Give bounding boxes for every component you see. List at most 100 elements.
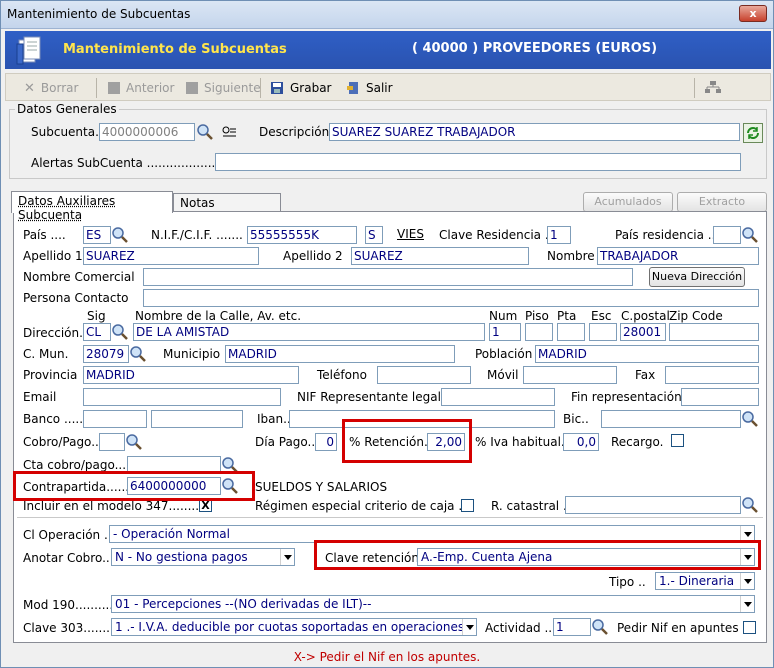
province-input[interactable]: MADRID bbox=[83, 366, 299, 384]
name-input[interactable]: TRABAJADOR bbox=[597, 247, 759, 265]
zip-code-input[interactable] bbox=[669, 323, 759, 341]
search-icon[interactable] bbox=[741, 496, 759, 514]
iban-label: Iban.. bbox=[257, 412, 291, 426]
trade-name-input[interactable] bbox=[143, 268, 633, 286]
municipality-code-input[interactable]: 28079 bbox=[83, 345, 129, 363]
mobile-input[interactable] bbox=[523, 366, 617, 384]
chevron-down-icon bbox=[740, 573, 754, 589]
chevron-down-icon bbox=[740, 596, 754, 612]
vies-link[interactable]: VIES bbox=[397, 227, 424, 241]
nif-type-input[interactable]: S bbox=[365, 226, 383, 244]
cash-regime-checkbox[interactable] bbox=[461, 499, 474, 512]
tab-auxiliary-data[interactable]: Datos Auxiliares Subcuenta bbox=[11, 191, 173, 222]
account-group: ( 40000 ) PROVEEDORES (EUROS) bbox=[412, 41, 658, 56]
exit-door-icon bbox=[347, 82, 358, 94]
contact-person-label: Persona Contacto bbox=[23, 291, 129, 305]
surname2-label: Apellido 2 bbox=[283, 249, 343, 263]
toolbar-separator bbox=[96, 78, 97, 98]
request-nif-checkbox[interactable] bbox=[743, 621, 756, 634]
email-label: Email bbox=[23, 390, 57, 404]
statement-button[interactable]: Extracto bbox=[677, 192, 767, 212]
stair-input[interactable] bbox=[589, 323, 617, 341]
close-x-icon: ✕ bbox=[24, 80, 35, 96]
residence-key-input[interactable]: 1 bbox=[547, 226, 571, 244]
close-button[interactable]: x bbox=[739, 5, 767, 22]
search-icon[interactable] bbox=[591, 618, 609, 636]
surcharge-checkbox[interactable] bbox=[671, 434, 684, 447]
header-banner: Mantenimiento de Subcuentas ( 40000 ) PR… bbox=[5, 31, 771, 69]
phone-input[interactable] bbox=[377, 366, 471, 384]
search-icon[interactable] bbox=[111, 323, 129, 341]
bank-name-input[interactable] bbox=[151, 410, 243, 428]
chevron-down-icon bbox=[462, 619, 476, 635]
highlight-counterpart bbox=[13, 471, 255, 501]
payment-day-label: Día Pago.. bbox=[255, 435, 316, 449]
street-name-input[interactable]: DE LA AMISTAD bbox=[133, 323, 485, 341]
exit-button[interactable]: Salir bbox=[346, 80, 393, 96]
surname1-input[interactable]: SUAREZ bbox=[83, 247, 259, 265]
description-input[interactable]: SUAREZ SUAREZ TRABAJADOR bbox=[329, 123, 740, 141]
fax-input[interactable] bbox=[665, 366, 759, 384]
key303-select[interactable]: 1 .- I.V.A. deducible por cuotas soporta… bbox=[111, 618, 477, 636]
search-icon[interactable] bbox=[125, 433, 143, 451]
street-type-header: Sig bbox=[87, 309, 106, 323]
trade-name-label: Nombre Comercial bbox=[23, 270, 135, 284]
title-bar: Mantenimiento de Subcuentas x bbox=[1, 1, 773, 29]
phone-label: Teléfono bbox=[317, 368, 367, 382]
usual-vat-input[interactable]: 0,0 bbox=[563, 433, 599, 451]
street-type-input[interactable]: CL bbox=[83, 323, 111, 341]
surname2-input[interactable]: SUAREZ bbox=[351, 247, 529, 265]
payment-input[interactable] bbox=[99, 433, 125, 451]
window: Mantenimiento de Subcuentas x Mantenimie… bbox=[0, 0, 774, 668]
payment-label: Cobro/Pago.. bbox=[23, 435, 99, 449]
legal-rep-nif-input[interactable] bbox=[441, 388, 555, 406]
door-input[interactable] bbox=[557, 323, 585, 341]
alerts-label: Alertas SubCuenta .................. bbox=[31, 156, 216, 170]
payment-day-input[interactable]: 0 bbox=[315, 433, 337, 451]
divider bbox=[17, 517, 763, 518]
hierarchy-icon[interactable] bbox=[704, 80, 722, 94]
municipality-input[interactable]: MADRID bbox=[225, 345, 455, 363]
email-input[interactable] bbox=[83, 388, 281, 406]
contact-person-input[interactable] bbox=[143, 289, 759, 307]
payment-account-label: Cta cobro/pago... bbox=[23, 458, 127, 472]
address-label: Dirección. bbox=[23, 326, 83, 340]
next-button[interactable]: Siguiente bbox=[186, 80, 261, 96]
type-select[interactable]: 1.- Dineraria bbox=[655, 572, 755, 590]
zip-code-header: Zip Code bbox=[669, 309, 723, 323]
residence-key-label: Clave Residencia .. bbox=[439, 228, 553, 242]
banner-title: Mantenimiento de Subcuentas bbox=[63, 42, 287, 57]
search-icon[interactable] bbox=[196, 123, 214, 141]
search-icon[interactable] bbox=[129, 345, 147, 363]
accumulated-button[interactable]: Acumulados bbox=[583, 192, 673, 212]
residence-country-input[interactable] bbox=[713, 226, 741, 244]
alerts-input[interactable] bbox=[215, 153, 741, 171]
tab-notes[interactable]: Notas Subcuenta bbox=[173, 193, 281, 224]
refresh-icon[interactable] bbox=[743, 123, 763, 143]
activity-input[interactable]: 1 bbox=[553, 618, 591, 636]
bank-input[interactable] bbox=[83, 410, 147, 428]
mod190-select[interactable]: 01 - Percepciones --(NO derivadas de ILT… bbox=[111, 595, 755, 613]
representation-end-input[interactable] bbox=[681, 388, 759, 406]
record-collection-select[interactable]: N - No gestiona pagos bbox=[111, 548, 295, 566]
country-input[interactable]: ES bbox=[83, 226, 111, 244]
cadastral-input[interactable] bbox=[565, 496, 741, 514]
nif-label: N.I.F./C.I.F. ....... bbox=[151, 228, 243, 242]
search-icon[interactable] bbox=[741, 226, 759, 244]
save-button[interactable]: Grabar bbox=[270, 80, 332, 96]
nif-input[interactable]: 55555555K bbox=[247, 226, 357, 244]
floor-input[interactable] bbox=[525, 323, 553, 341]
new-address-button[interactable]: Nueva Dirección bbox=[649, 267, 745, 287]
settings-list-icon[interactable] bbox=[221, 125, 237, 139]
delete-button[interactable]: ✕ Borrar bbox=[24, 80, 78, 96]
search-icon[interactable] bbox=[111, 226, 129, 244]
bic-input[interactable] bbox=[601, 410, 741, 428]
search-icon[interactable] bbox=[741, 410, 759, 428]
postal-code-input[interactable]: 28001 bbox=[620, 323, 666, 341]
town-input[interactable]: MADRID bbox=[535, 345, 759, 363]
counterpart-description: SUELDOS Y SALARIOS bbox=[255, 480, 388, 494]
number-input[interactable]: 1 bbox=[489, 323, 521, 341]
previous-button[interactable]: Anterior bbox=[108, 80, 174, 96]
subaccount-input[interactable]: 4000000006 bbox=[99, 123, 195, 141]
type-label: Tipo .. bbox=[609, 575, 646, 589]
